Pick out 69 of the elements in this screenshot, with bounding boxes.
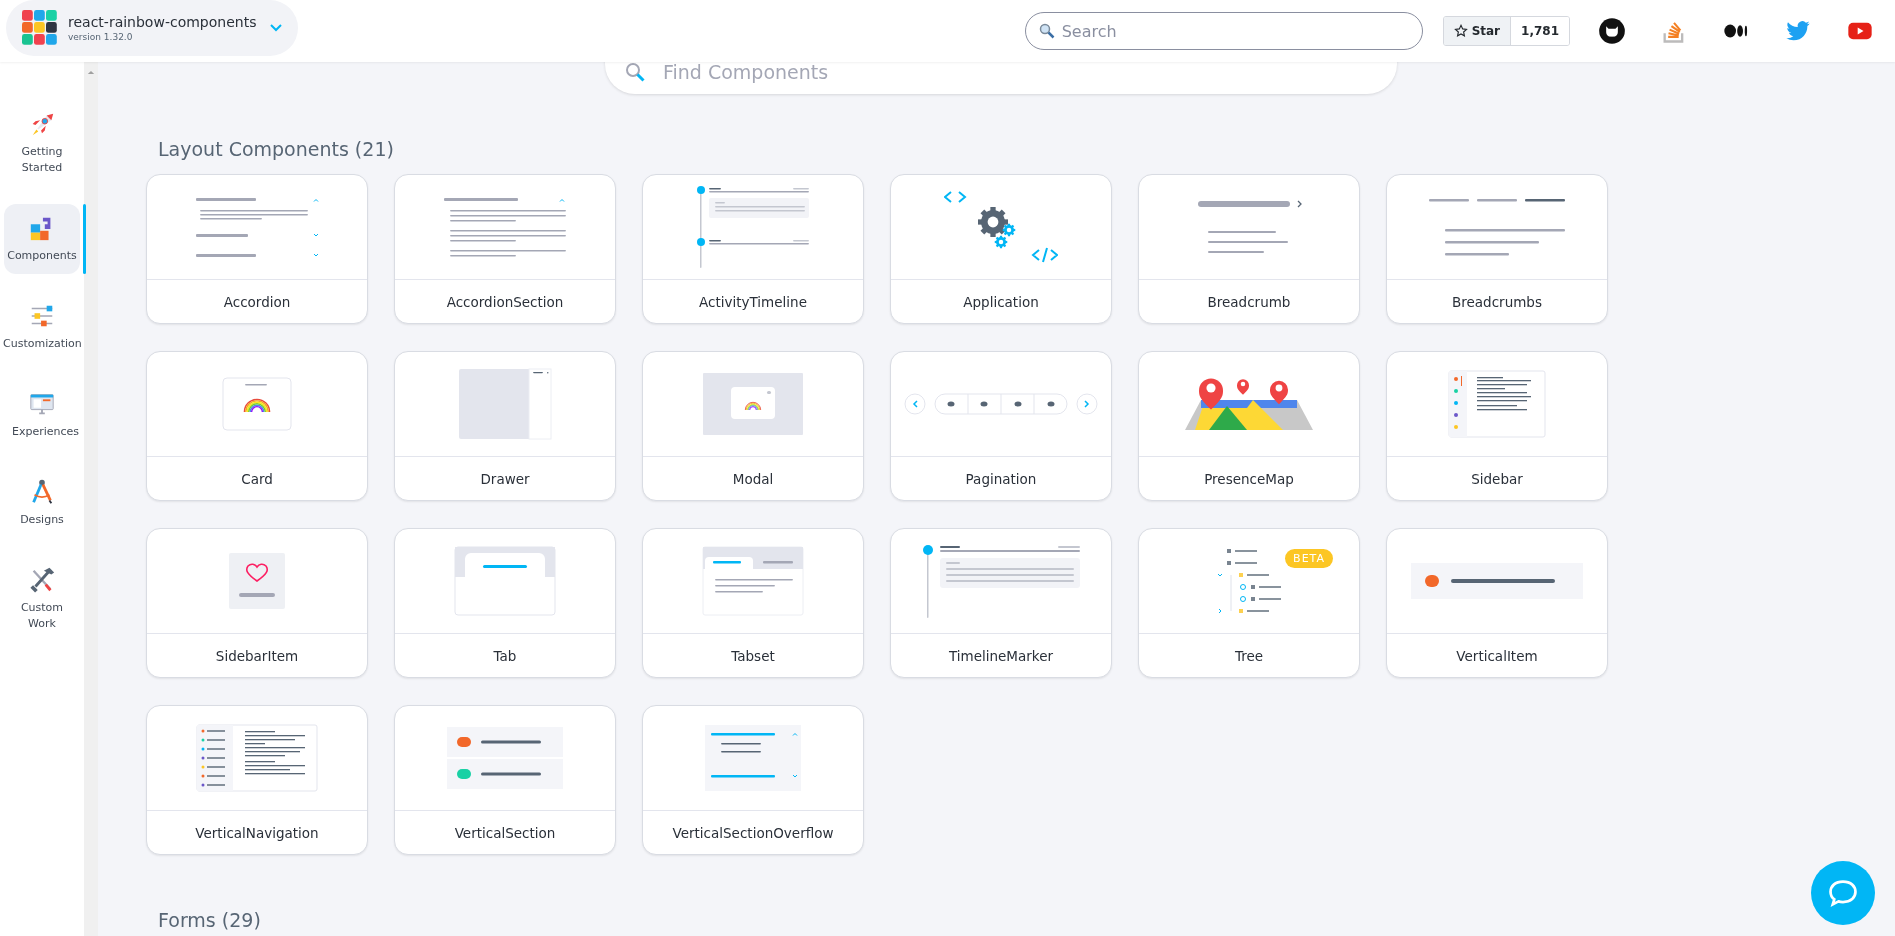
component-card[interactable]: Breadcrumb [1138,174,1360,324]
component-card[interactable]: Accordion [146,174,368,324]
card-label: Drawer [479,469,531,489]
component-card[interactable]: VerticalItem [1386,528,1608,678]
component-card[interactable]: Application [890,174,1112,324]
section-title: Layout Components (21) [158,138,395,160]
card-label: Tab [492,646,518,666]
card-label: Application [962,292,1040,312]
find-components-field[interactable]: Find Components [605,62,1397,94]
card-label: Tabset [730,646,776,666]
card-label: VerticalNavigation [194,823,320,843]
library-selector[interactable]: react-rainbow-components version 1.32.0 [6,0,298,56]
card-label: Sidebar [1470,469,1524,489]
card-label: Breadcrumb [1206,292,1292,312]
nav-item[interactable]: Experiences [4,379,80,450]
card-label: Tree [1233,646,1265,666]
chevron-down-icon [270,24,282,32]
card-label: Pagination [964,469,1038,489]
card-preview-drawing [222,377,292,431]
component-card[interactable]: VerticalSectionOverflow [642,705,864,855]
github-icon[interactable] [1598,17,1626,45]
nav-item[interactable]: Customization [4,291,80,362]
star-button[interactable]: Star [1443,17,1512,45]
search-field[interactable]: Search [1024,12,1423,50]
tree-preview-drawing [1216,548,1282,614]
component-card[interactable]: VerticalNavigation [146,705,368,855]
scrollbar[interactable] [84,62,98,936]
component-card[interactable]: TimelineMarker [890,528,1112,678]
component-card[interactable]: Sidebar [1386,351,1608,501]
active-indicator [83,203,86,274]
component-card[interactable]: Tabset [642,528,864,678]
card-label: Modal [731,469,775,489]
beta-badge: BETA [1285,549,1333,568]
component-card[interactable]: VerticalSection [394,705,616,855]
scroll-up-icon [87,70,95,75]
section-title: Forms (29) [158,909,262,931]
search-icon [625,62,645,82]
card-label: TimelineMarker [947,646,1055,666]
card-label: ActivityTimeline [698,292,808,312]
heart-preview-drawing [228,552,286,610]
component-card[interactable]: ActivityTimeline [642,174,864,324]
component-card[interactable]: Drawer [394,351,616,501]
component-card[interactable]: BETA Tree [1138,528,1360,678]
component-card[interactable]: Breadcrumbs [1386,174,1608,324]
component-card[interactable]: Modal [642,351,864,501]
nav-item[interactable]: Custom Work [4,555,80,642]
nav-item[interactable]: Designs [4,467,80,538]
component-card[interactable]: Tab [394,528,616,678]
card-label: SidebarItem [214,646,300,666]
app-name: react-rainbow-components [68,14,258,30]
card-label: Card [240,469,274,489]
component-card[interactable]: Card [146,351,368,501]
card-label: VerticalSection [453,823,557,843]
nav-item[interactable]: Getting Started [4,100,80,186]
card-label: Accordion [222,292,292,312]
card-label: Breadcrumbs [1451,292,1543,312]
card-label: VerticalSectionOverflow [671,823,835,843]
card-label: AccordionSection [445,292,565,312]
card-label: PresenceMap [1203,469,1295,489]
hammer-wrench-icon [28,565,56,594]
star-icon [1453,24,1468,38]
component-card[interactable]: SidebarItem [146,528,368,678]
version-label: version 1.32.0 [68,32,134,42]
component-card[interactable]: AccordionSection [394,174,616,324]
card-label: VerticalItem [1455,646,1539,666]
grid-logo-icon [22,10,58,46]
component-card[interactable]: PresenceMap [1138,351,1360,501]
component-card[interactable]: Pagination [890,351,1112,501]
search-icon [1038,23,1055,39]
